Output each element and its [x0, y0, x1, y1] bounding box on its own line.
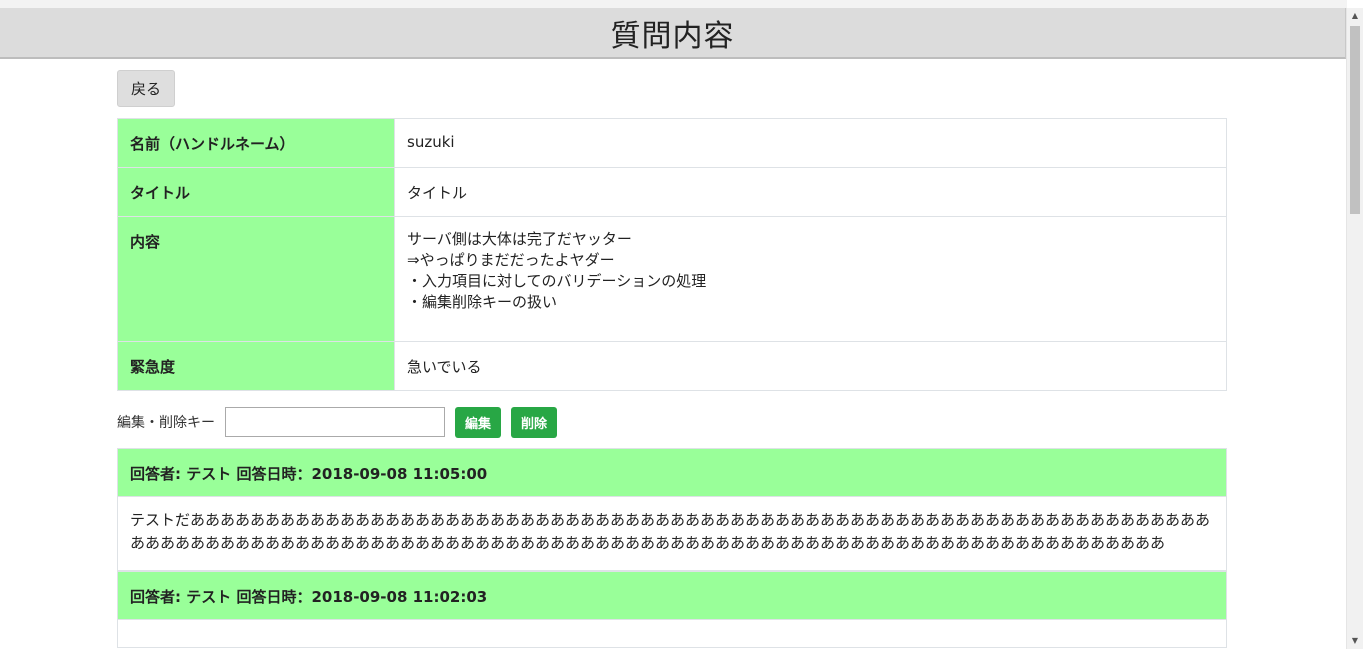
edit-delete-key-form: 編集・削除キー 編集 削除	[117, 406, 567, 438]
delete-button[interactable]: 削除	[511, 406, 557, 438]
name-label: 名前（ハンドルネーム）	[117, 118, 395, 168]
content-label: 内容	[117, 216, 395, 342]
detail-row-name: 名前（ハンドルネーム） suzuki	[117, 118, 1227, 168]
key-label: 編集・削除キー	[117, 415, 215, 431]
scroll-down-arrow-icon[interactable]: ▼	[1347, 633, 1363, 649]
answer-body: テストだああああああああああああああああああああああああああああああああああああ…	[117, 497, 1227, 571]
answer-item: 回答者: テスト 回答日時：2018-09-08 11:02:03	[117, 571, 1227, 648]
content-line: ・編集削除キーの扱い	[407, 293, 558, 311]
page-title: 質問内容	[610, 18, 735, 54]
page-header: 質問内容	[0, 8, 1346, 59]
answer-header: 回答者: テスト 回答日時：2018-09-08 11:02:03	[117, 571, 1227, 620]
urgency-value: 急いでいる	[394, 341, 1227, 391]
detail-row-title: タイトル タイトル	[117, 167, 1227, 217]
content-line: サーバ側は大体は完了だヤッター	[407, 230, 632, 248]
back-button[interactable]: 戻る	[117, 70, 175, 107]
answers-list: 回答者: テスト 回答日時：2018-09-08 11:05:00 テストだああ…	[117, 448, 1227, 648]
question-detail-table: 名前（ハンドルネーム） suzuki タイトル タイトル 内容 サーバ側は大体は…	[117, 118, 1227, 391]
scrollbar-thumb[interactable]	[1350, 26, 1360, 214]
content-line: ⇒やっぱりまだだったよヤダー	[407, 251, 615, 269]
answer-body	[117, 620, 1227, 648]
edit-button[interactable]: 編集	[455, 406, 501, 438]
scroll-up-arrow-icon[interactable]: ▲	[1347, 8, 1363, 24]
title-label: タイトル	[117, 167, 395, 217]
content-value: サーバ側は大体は完了だヤッター ⇒やっぱりまだだったよヤダー ・入力項目に対して…	[394, 216, 1227, 342]
detail-row-content: 内容 サーバ側は大体は完了だヤッター ⇒やっぱりまだだったよヤダー ・入力項目に…	[117, 216, 1227, 342]
name-value: suzuki	[394, 118, 1227, 168]
detail-row-urgency: 緊急度 急いでいる	[117, 341, 1227, 391]
urgency-label: 緊急度	[117, 341, 395, 391]
answer-item: 回答者: テスト 回答日時：2018-09-08 11:05:00 テストだああ…	[117, 448, 1227, 571]
vertical-scrollbar[interactable]: ▲ ▼	[1346, 8, 1363, 649]
title-value: タイトル	[394, 167, 1227, 217]
content-line: ・入力項目に対してのバリデーションの処理	[407, 272, 707, 290]
answer-header: 回答者: テスト 回答日時：2018-09-08 11:05:00	[117, 448, 1227, 497]
edit-delete-key-input[interactable]	[225, 407, 445, 437]
